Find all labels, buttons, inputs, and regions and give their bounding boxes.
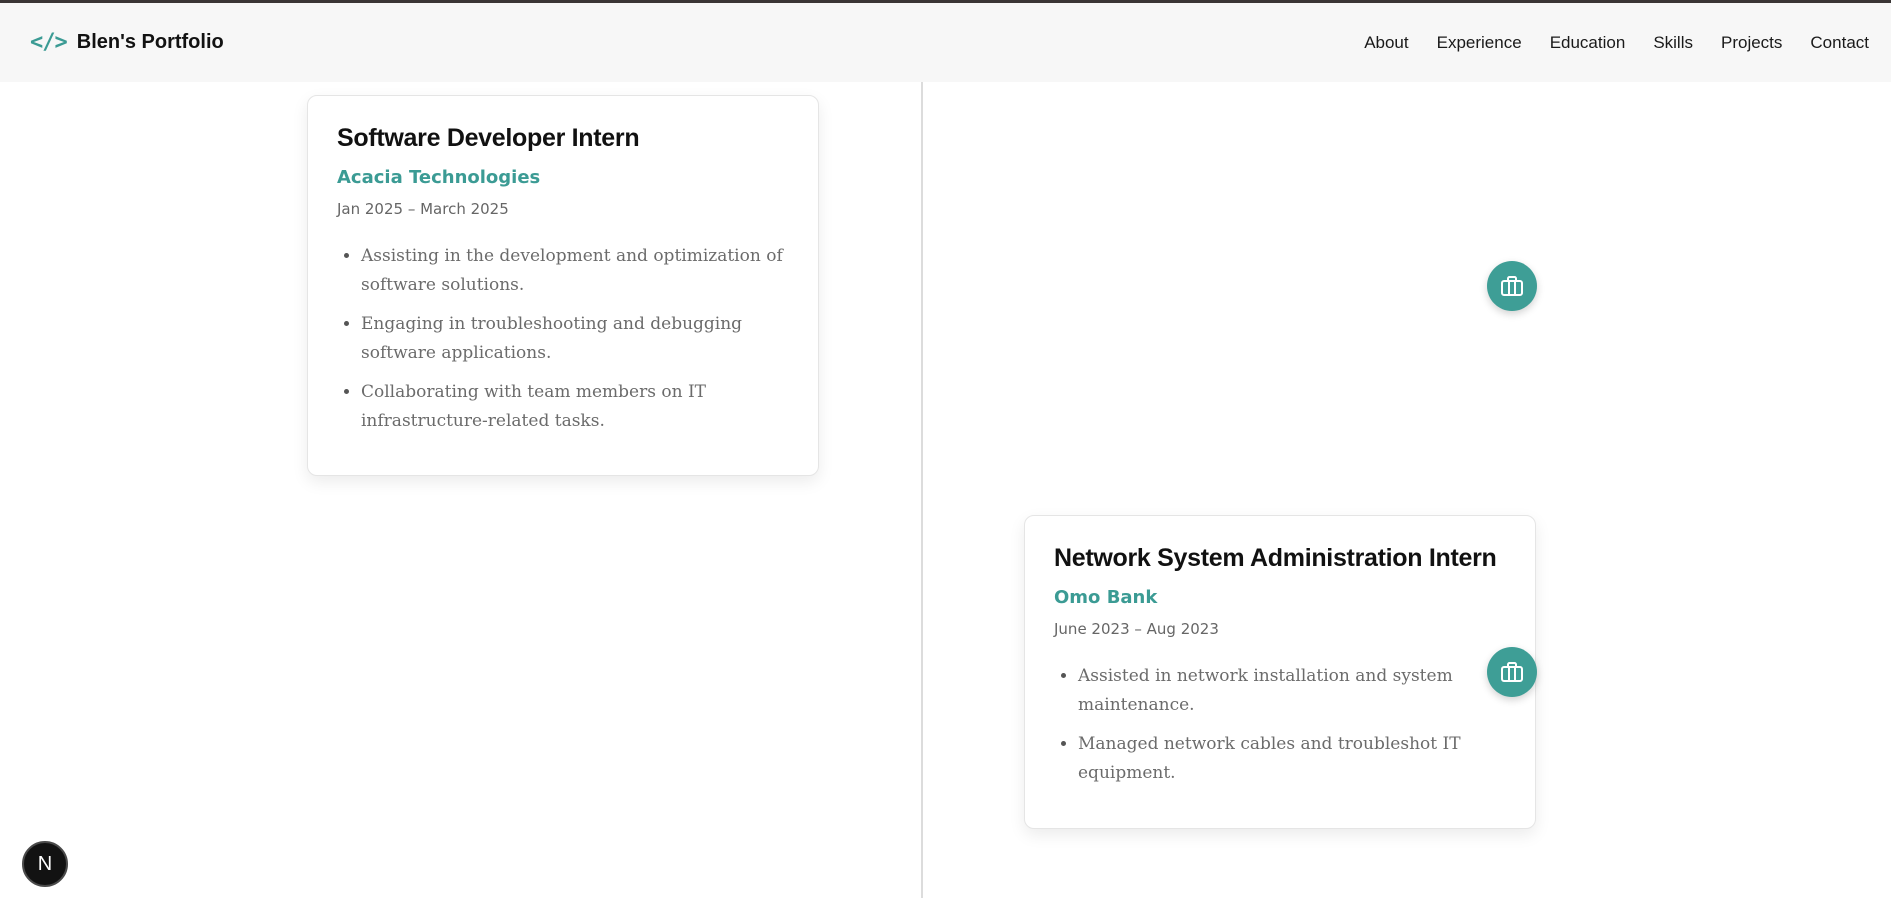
experience-dates: Jan 2025 – March 2025 bbox=[337, 200, 509, 218]
experience-bullet: Assisted in network installation and sys… bbox=[1078, 662, 1506, 720]
nav-link-contact[interactable]: Contact bbox=[1810, 33, 1869, 53]
briefcase-icon bbox=[1501, 662, 1523, 682]
navbar: </> Blen's Portfolio About Experience Ed… bbox=[0, 3, 1891, 82]
experience-role: Network System Administration Intern bbox=[1054, 544, 1497, 572]
brand-name: Blen's Portfolio bbox=[76, 31, 224, 53]
timeline-line bbox=[921, 82, 923, 898]
experience-bullets: Assisted in network installation and sys… bbox=[1054, 662, 1506, 788]
brand-link[interactable]: </> Blen's Portfolio bbox=[30, 30, 224, 55]
nav-link-projects[interactable]: Projects bbox=[1721, 33, 1782, 53]
experience-bullet: Collaborating with team members on IT in… bbox=[361, 378, 789, 436]
timeline-dot bbox=[1487, 647, 1537, 697]
timeline-dot bbox=[1487, 261, 1537, 311]
experience-bullets: Assisting in the development and optimiz… bbox=[337, 242, 789, 436]
experience-bullet: Assisting in the development and optimiz… bbox=[361, 242, 789, 300]
briefcase-icon bbox=[1501, 276, 1523, 296]
nav-link-skills[interactable]: Skills bbox=[1653, 33, 1693, 53]
nav-link-education[interactable]: Education bbox=[1550, 33, 1626, 53]
experience-bullet: Managed network cables and troubleshot I… bbox=[1078, 730, 1506, 788]
nav-link-about[interactable]: About bbox=[1364, 33, 1408, 53]
experience-role: Software Developer Intern bbox=[337, 124, 640, 152]
experience-dates: June 2023 – Aug 2023 bbox=[1054, 620, 1219, 638]
experience-card: Network System Administration Intern Omo… bbox=[1024, 515, 1536, 829]
experience-bullet: Engaging in troubleshooting and debuggin… bbox=[361, 310, 789, 368]
experience-company: Omo Bank bbox=[1054, 587, 1158, 608]
next-dev-badge[interactable]: N bbox=[22, 841, 68, 887]
code-brackets-icon: </> bbox=[30, 30, 68, 55]
nav-links: About Experience Education Skills Projec… bbox=[1364, 33, 1869, 53]
experience-card: Software Developer Intern Acacia Technol… bbox=[307, 95, 819, 476]
nav-link-experience[interactable]: Experience bbox=[1437, 33, 1522, 53]
experience-company: Acacia Technologies bbox=[337, 167, 541, 188]
badge-label: N bbox=[37, 852, 53, 875]
